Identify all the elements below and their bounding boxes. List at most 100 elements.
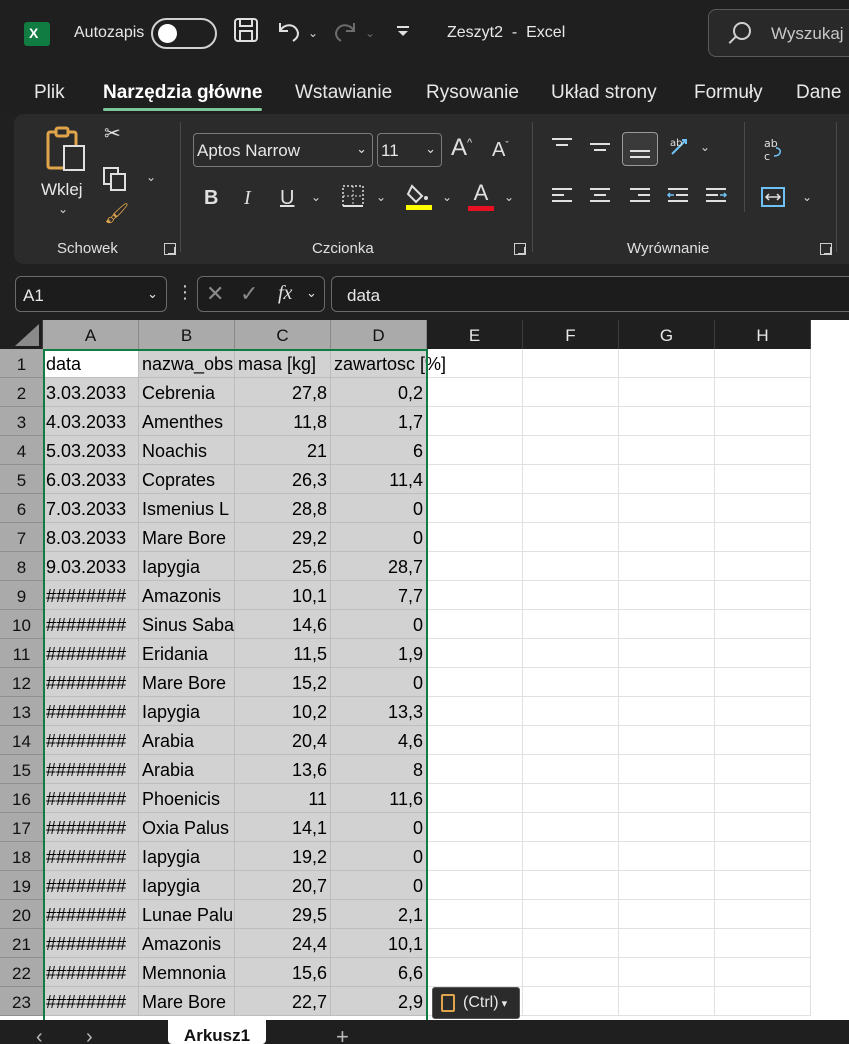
paste-dropdown-icon[interactable]: ⌄ [58, 202, 68, 216]
empty-cell[interactable] [619, 842, 715, 871]
empty-cell[interactable] [427, 813, 523, 842]
empty-cell[interactable] [619, 610, 715, 639]
empty-cell[interactable] [715, 842, 811, 871]
cell-d18[interactable]: 0 [331, 842, 427, 871]
copy-dropdown-icon[interactable]: ⌄ [146, 170, 156, 184]
cell-b15[interactable]: Arabia [139, 755, 235, 784]
cell-b3[interactable]: Amenthes [139, 407, 235, 436]
align-middle-icon[interactable] [588, 136, 612, 160]
empty-cell[interactable] [619, 349, 715, 378]
column-header-c[interactable]: C [235, 320, 331, 349]
cell-a11[interactable]: ######## [43, 639, 139, 668]
cell-a20[interactable]: ######## [43, 900, 139, 929]
empty-cell[interactable] [619, 668, 715, 697]
redo-dropdown-icon[interactable]: ⌄ [365, 26, 375, 40]
row-header[interactable]: 6 [0, 494, 43, 523]
empty-cell[interactable] [715, 523, 811, 552]
sheet-tab-arkusz1[interactable]: Arkusz1 [168, 1020, 266, 1044]
empty-cell[interactable] [427, 378, 523, 407]
font-color-icon[interactable]: A [468, 182, 494, 211]
empty-cell[interactable] [427, 842, 523, 871]
tab-file[interactable]: Plik [34, 82, 65, 104]
row-header[interactable]: 17 [0, 813, 43, 842]
cell-a1[interactable]: data [43, 349, 139, 378]
cell-c18[interactable]: 19,2 [235, 842, 331, 871]
empty-cell[interactable] [619, 987, 715, 1016]
cell-c8[interactable]: 25,6 [235, 552, 331, 581]
formula-input[interactable]: data [331, 276, 849, 312]
bold-button[interactable]: B [204, 188, 218, 208]
row-header[interactable]: 14 [0, 726, 43, 755]
empty-cell[interactable] [523, 929, 619, 958]
empty-cell[interactable] [715, 378, 811, 407]
cancel-icon[interactable]: ✕ [206, 281, 224, 307]
empty-cell[interactable] [715, 436, 811, 465]
format-painter-icon[interactable]: 🖌 [104, 204, 129, 224]
paste-icon[interactable] [44, 126, 88, 178]
more-options-icon[interactable]: ⋮ [176, 282, 194, 303]
empty-cell[interactable] [619, 900, 715, 929]
row-header[interactable]: 15 [0, 755, 43, 784]
cell-a3[interactable]: 4.03.2033 [43, 407, 139, 436]
cell-c19[interactable]: 20,7 [235, 871, 331, 900]
row-header[interactable]: 8 [0, 552, 43, 581]
row-header[interactable]: 1 [0, 349, 43, 378]
empty-cell[interactable] [427, 639, 523, 668]
fill-color-dropdown-icon[interactable]: ⌄ [442, 190, 452, 204]
empty-cell[interactable] [523, 813, 619, 842]
cell-a2[interactable]: 3.03.2033 [43, 378, 139, 407]
save-icon[interactable] [233, 17, 259, 49]
empty-cell[interactable] [427, 668, 523, 697]
undo-dropdown-icon[interactable]: ⌄ [308, 26, 318, 40]
cell-c9[interactable]: 10,1 [235, 581, 331, 610]
cell-c20[interactable]: 29,5 [235, 900, 331, 929]
empty-cell[interactable] [619, 581, 715, 610]
cell-d16[interactable]: 11,6 [331, 784, 427, 813]
empty-cell[interactable] [715, 929, 811, 958]
empty-cell[interactable] [427, 958, 523, 987]
cell-b12[interactable]: Mare Bore [139, 668, 235, 697]
merge-dropdown-icon[interactable]: ⌄ [802, 190, 812, 204]
empty-cell[interactable] [619, 639, 715, 668]
empty-cell[interactable] [619, 726, 715, 755]
cell-d2[interactable]: 0,2 [331, 378, 427, 407]
cell-c17[interactable]: 14,1 [235, 813, 331, 842]
cell-a15[interactable]: ######## [43, 755, 139, 784]
empty-cell[interactable] [619, 958, 715, 987]
customize-toolbar-icon[interactable] [396, 24, 410, 43]
font-launcher-icon[interactable] [514, 243, 526, 255]
cell-c21[interactable]: 24,4 [235, 929, 331, 958]
cell-b17[interactable]: Oxia Palus [139, 813, 235, 842]
empty-cell[interactable] [427, 349, 523, 378]
empty-cell[interactable] [523, 784, 619, 813]
cell-a9[interactable]: ######## [43, 581, 139, 610]
cell-b18[interactable]: Iapygia [139, 842, 235, 871]
cell-b19[interactable]: Iapygia [139, 871, 235, 900]
row-header[interactable]: 3 [0, 407, 43, 436]
empty-cell[interactable] [427, 755, 523, 784]
orientation-dropdown-icon[interactable]: ⌄ [700, 140, 710, 154]
tab-draw[interactable]: Rysowanie [426, 82, 519, 104]
empty-cell[interactable] [523, 755, 619, 784]
cell-c4[interactable]: 21 [235, 436, 331, 465]
cell-a19[interactable]: ######## [43, 871, 139, 900]
cell-d11[interactable]: 1,9 [331, 639, 427, 668]
row-header[interactable]: 20 [0, 900, 43, 929]
cell-d17[interactable]: 0 [331, 813, 427, 842]
empty-cell[interactable] [619, 813, 715, 842]
increase-font-size-icon[interactable]: A^ [451, 136, 472, 160]
cell-a4[interactable]: 5.03.2033 [43, 436, 139, 465]
empty-cell[interactable] [715, 755, 811, 784]
row-header[interactable]: 16 [0, 784, 43, 813]
cell-c1[interactable]: masa [kg] [235, 349, 331, 378]
empty-cell[interactable] [523, 349, 619, 378]
insert-function-icon[interactable]: fx [278, 282, 292, 305]
cell-d20[interactable]: 2,1 [331, 900, 427, 929]
cell-c16[interactable]: 11 [235, 784, 331, 813]
font-color-dropdown-icon[interactable]: ⌄ [504, 190, 514, 204]
column-header-e[interactable]: E [427, 320, 523, 349]
empty-cell[interactable] [523, 494, 619, 523]
empty-cell[interactable] [523, 958, 619, 987]
empty-cell[interactable] [715, 900, 811, 929]
empty-cell[interactable] [427, 465, 523, 494]
